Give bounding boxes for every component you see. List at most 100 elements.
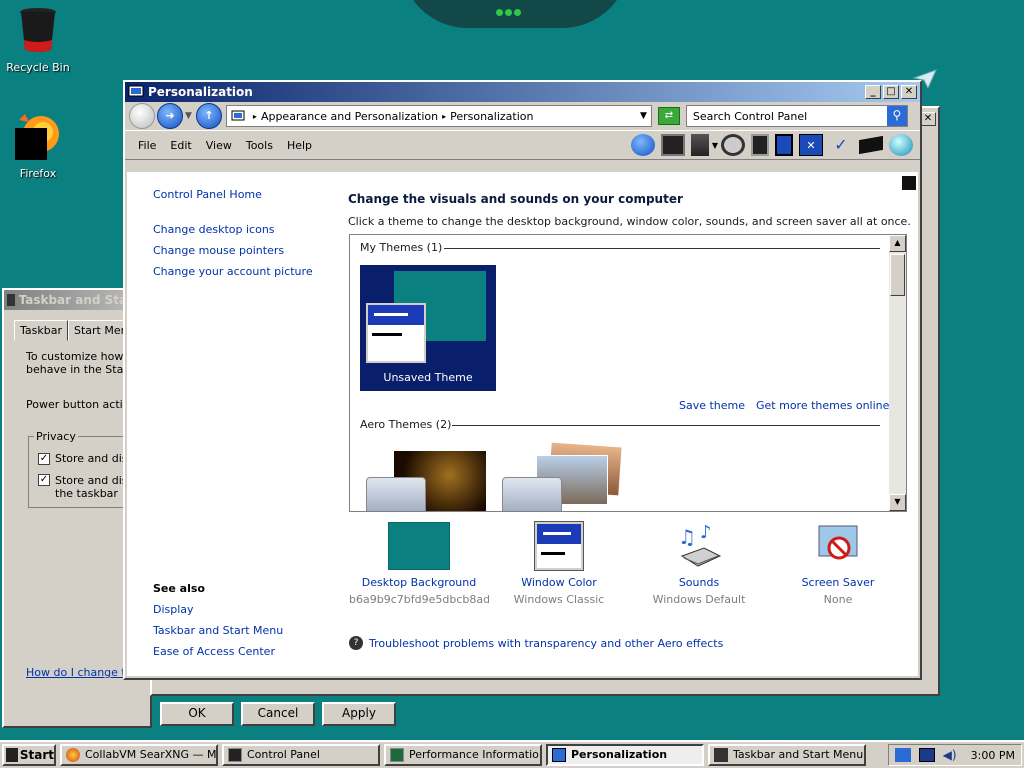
svg-text:♪: ♪: [700, 522, 712, 543]
task-label: Taskbar and Start Menu ...: [733, 748, 866, 761]
sidebar-item-desktop-icons[interactable]: Change desktop icons: [153, 223, 275, 236]
sidebar-item-account-picture[interactable]: Change your account picture: [153, 265, 313, 278]
toolbar-delete-icon[interactable]: ✕: [799, 134, 823, 156]
breadcrumb-personalization[interactable]: Personalization: [450, 110, 533, 123]
toolbar-device-icon[interactable]: [690, 134, 709, 156]
display-tray-icon[interactable]: [918, 748, 935, 762]
get-more-themes-link[interactable]: Get more themes online: [756, 399, 889, 412]
personalization-window: Personalization _ □ ✕ ➜ ▼ ↑ ▸ Appearance…: [123, 80, 922, 680]
search-icon[interactable]: ⚲: [886, 106, 907, 126]
menu-tools[interactable]: Tools: [239, 139, 280, 152]
themes-scrollbar[interactable]: ▲ ▼: [889, 235, 906, 511]
troubleshoot-row[interactable]: ? Troubleshoot problems with transparenc…: [349, 636, 723, 650]
start-button[interactable]: Start: [2, 744, 56, 766]
toolbar-document-icon[interactable]: [775, 134, 793, 156]
toolbar-properties-icon[interactable]: [859, 135, 883, 155]
task-label: Performance Informatio...: [409, 748, 542, 761]
unsaved-theme-tile[interactable]: Unsaved Theme: [360, 265, 496, 391]
desktop-icon-firefox[interactable]: Firefox: [0, 112, 76, 180]
breadcrumb-separator-icon: ▸: [252, 111, 257, 121]
forward-button[interactable]: ➜: [157, 103, 183, 129]
see-also-display[interactable]: Display: [153, 603, 194, 616]
scroll-down-arrow-icon[interactable]: ▼: [889, 494, 906, 511]
refresh-button[interactable]: ⇄: [657, 107, 680, 125]
tab-taskbar[interactable]: Taskbar: [14, 320, 68, 341]
unsaved-theme-label: Unsaved Theme: [383, 371, 473, 384]
help-corner-icon[interactable]: [902, 176, 916, 190]
menu-edit[interactable]: Edit: [163, 139, 198, 152]
clock[interactable]: 3:00 PM: [971, 749, 1015, 762]
control-panel-task-icon: [228, 748, 242, 762]
window-color-item[interactable]: Window Color Windows Classic: [489, 521, 629, 606]
aero-theme-tile-2[interactable]: [500, 442, 624, 511]
desktop-icon-label: Firefox: [19, 167, 57, 180]
toolbar-dropdown-icon[interactable]: ▼: [712, 141, 718, 150]
sounds-item[interactable]: ♫ ♪ Sounds Windows Default: [629, 522, 769, 606]
scroll-thumb[interactable]: [890, 254, 905, 296]
control-panel-icon: [231, 110, 245, 121]
toolbar-monitor-icon[interactable]: [660, 134, 685, 156]
toolbar-copy-icon[interactable]: [751, 134, 769, 156]
up-button[interactable]: ↑: [195, 103, 222, 129]
apply-button[interactable]: Apply: [322, 702, 396, 726]
window-color-value: Windows Classic: [513, 593, 605, 606]
checkbox-store-1[interactable]: ✓: [38, 452, 50, 465]
menu-view[interactable]: View: [199, 139, 239, 152]
task-button-firefox[interactable]: CollabVM SearXNG — Mo...: [60, 744, 218, 766]
toolbar-webcam-icon[interactable]: [721, 134, 745, 156]
network-icon[interactable]: [894, 748, 911, 762]
see-also-ease-of-access[interactable]: Ease of Access Center: [153, 645, 275, 658]
task-button-performance[interactable]: Performance Informatio...: [384, 744, 542, 766]
toolbar-globe-icon[interactable]: [889, 134, 913, 156]
recent-pages-chevron-icon[interactable]: ▼: [185, 111, 192, 121]
minimize-button[interactable]: _: [865, 85, 881, 99]
ok-button[interactable]: OK: [160, 702, 234, 726]
decoration-lights: [496, 6, 526, 16]
save-theme-link[interactable]: Save theme: [679, 399, 745, 412]
toolbar-check-icon[interactable]: ✓: [829, 134, 853, 156]
checkbox-store-2[interactable]: ✓: [38, 474, 50, 486]
task-button-taskbar-properties[interactable]: Taskbar and Start Menu ...: [708, 744, 866, 766]
address-box[interactable]: ▸ Appearance and Personalization ▸ Perso…: [225, 105, 652, 127]
page-subtitle: Click a theme to change the desktop back…: [348, 215, 911, 228]
address-bar: ➜ ▼ ↑ ▸ Appearance and Personalization ▸…: [125, 102, 920, 130]
close-button[interactable]: ✕: [901, 85, 917, 99]
screen-saver-icon: [818, 525, 858, 560]
maximize-button[interactable]: □: [883, 85, 899, 99]
sidebar-home-link[interactable]: Control Panel Home: [153, 188, 262, 201]
aero-theme-2-window: [502, 477, 562, 511]
desktop-background-icon: [388, 522, 450, 570]
task-button-personalization[interactable]: Personalization: [546, 744, 704, 766]
search-input[interactable]: Search Control Panel ⚲: [685, 105, 908, 127]
behind-close-button[interactable]: ✕: [920, 112, 936, 126]
see-also-heading: See also: [153, 582, 205, 595]
sounds-value: Windows Default: [652, 593, 746, 606]
volume-icon[interactable]: ◀): [943, 748, 959, 762]
sidebar-item-mouse-pointers[interactable]: Change mouse pointers: [153, 244, 284, 257]
see-also-taskbar[interactable]: Taskbar and Start Menu: [153, 624, 283, 637]
cancel-button[interactable]: Cancel: [241, 702, 315, 726]
address-dropdown-icon[interactable]: ▼: [640, 111, 647, 121]
start-label: Start: [19, 748, 54, 762]
themes-list[interactable]: My Themes (1) Unsaved Theme Save theme G…: [349, 234, 907, 512]
scroll-up-arrow-icon[interactable]: ▲: [889, 235, 906, 252]
my-themes-heading: My Themes (1): [360, 241, 443, 254]
window-titlebar: Personalization _ □ ✕: [125, 82, 920, 102]
task-button-control-panel[interactable]: Control Panel: [222, 744, 380, 766]
start-icon: [6, 748, 18, 762]
back-button[interactable]: [129, 103, 155, 129]
window-title: Personalization: [148, 85, 253, 99]
desktop-icon-recycle-bin[interactable]: Recycle Bin: [0, 6, 76, 74]
sounds-icon: ♫ ♪: [678, 522, 722, 567]
task-label: Personalization: [571, 748, 668, 761]
desktop-background-item[interactable]: Desktop Background b6a9b9c7bfd9e5dbcb8ad…: [349, 522, 489, 606]
toolbar-up-icon[interactable]: [630, 134, 655, 156]
troubleshoot-link[interactable]: Troubleshoot problems with transparency …: [369, 637, 723, 650]
firefox-icon: [15, 114, 59, 160]
menu-help[interactable]: Help: [280, 139, 319, 152]
desktop-icon-label: Recycle Bin: [6, 61, 70, 74]
screen-saver-item[interactable]: Screen Saver None: [768, 522, 908, 606]
breadcrumb-appearance[interactable]: Appearance and Personalization: [261, 110, 438, 123]
menu-file[interactable]: File: [131, 139, 163, 152]
aero-theme-tile-1[interactable]: [364, 451, 488, 511]
